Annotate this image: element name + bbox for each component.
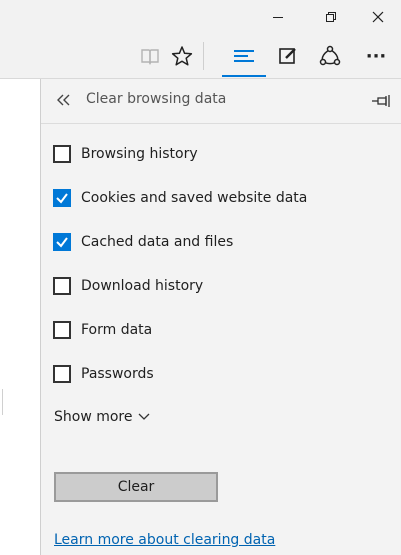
toolbar-divider — [203, 42, 204, 70]
learn-more-link[interactable]: Learn more about clearing data — [54, 532, 275, 548]
option-cached-data[interactable]: Cached data and files — [53, 231, 233, 253]
option-form-data[interactable]: Form data — [53, 319, 152, 341]
option-label: Form data — [81, 322, 153, 338]
option-label: Browsing history — [81, 146, 198, 162]
more-button[interactable]: ··· — [356, 34, 396, 78]
favorites-button[interactable] — [162, 34, 202, 78]
chevron-down-icon — [138, 413, 149, 420]
option-label: Download history — [81, 278, 204, 294]
share-icon — [319, 45, 341, 66]
page-content-area — [0, 79, 40, 555]
hub-button[interactable] — [224, 34, 264, 78]
browser-toolbar: ··· — [0, 34, 401, 79]
checkmark-icon — [56, 237, 68, 248]
checkbox-form-data[interactable] — [53, 321, 71, 339]
minimize-button[interactable] — [256, 0, 300, 34]
pin-button[interactable] — [370, 90, 392, 112]
panel-title: Clear browsing data — [86, 91, 227, 107]
clear-browsing-data-panel: Clear browsing data Browsing history Coo… — [40, 79, 401, 555]
option-label: Passwords — [81, 366, 154, 382]
pin-icon — [372, 95, 390, 107]
checkmark-icon — [56, 193, 68, 204]
checkbox-cached-data[interactable] — [53, 233, 71, 251]
page-scroll-stub — [0, 389, 3, 415]
option-label: Cached data and files — [81, 234, 234, 250]
restore-button[interactable] — [309, 0, 353, 34]
favorites-star-icon — [171, 46, 193, 66]
title-bar — [0, 0, 401, 34]
share-button[interactable] — [310, 34, 350, 78]
show-more-toggle[interactable]: Show more — [54, 409, 150, 425]
restore-icon — [326, 12, 336, 22]
panel-header: Clear browsing data — [41, 79, 401, 124]
option-download-history[interactable]: Download history — [53, 275, 203, 297]
clear-button[interactable]: Clear — [54, 472, 218, 502]
hub-icon — [234, 50, 254, 62]
checkbox-browsing-history[interactable] — [53, 145, 71, 163]
reading-view-icon — [141, 49, 159, 65]
more-icon: ··· — [365, 45, 387, 67]
back-button[interactable] — [53, 89, 75, 111]
minimize-icon — [273, 17, 283, 18]
double-chevron-left-icon — [57, 94, 70, 106]
close-button[interactable] — [356, 0, 400, 34]
checkbox-download-history[interactable] — [53, 277, 71, 295]
checkbox-passwords[interactable] — [53, 365, 71, 383]
web-note-button[interactable] — [268, 34, 308, 78]
option-passwords[interactable]: Passwords — [53, 363, 154, 385]
option-label: Cookies and saved website data — [81, 190, 308, 206]
show-more-label: Show more — [54, 409, 133, 425]
hub-active-indicator — [222, 75, 266, 77]
option-cookies[interactable]: Cookies and saved website data — [53, 187, 307, 209]
close-icon — [372, 11, 384, 23]
checkbox-cookies[interactable] — [53, 189, 71, 207]
web-note-icon — [279, 48, 296, 64]
option-browsing-history[interactable]: Browsing history — [53, 143, 198, 165]
